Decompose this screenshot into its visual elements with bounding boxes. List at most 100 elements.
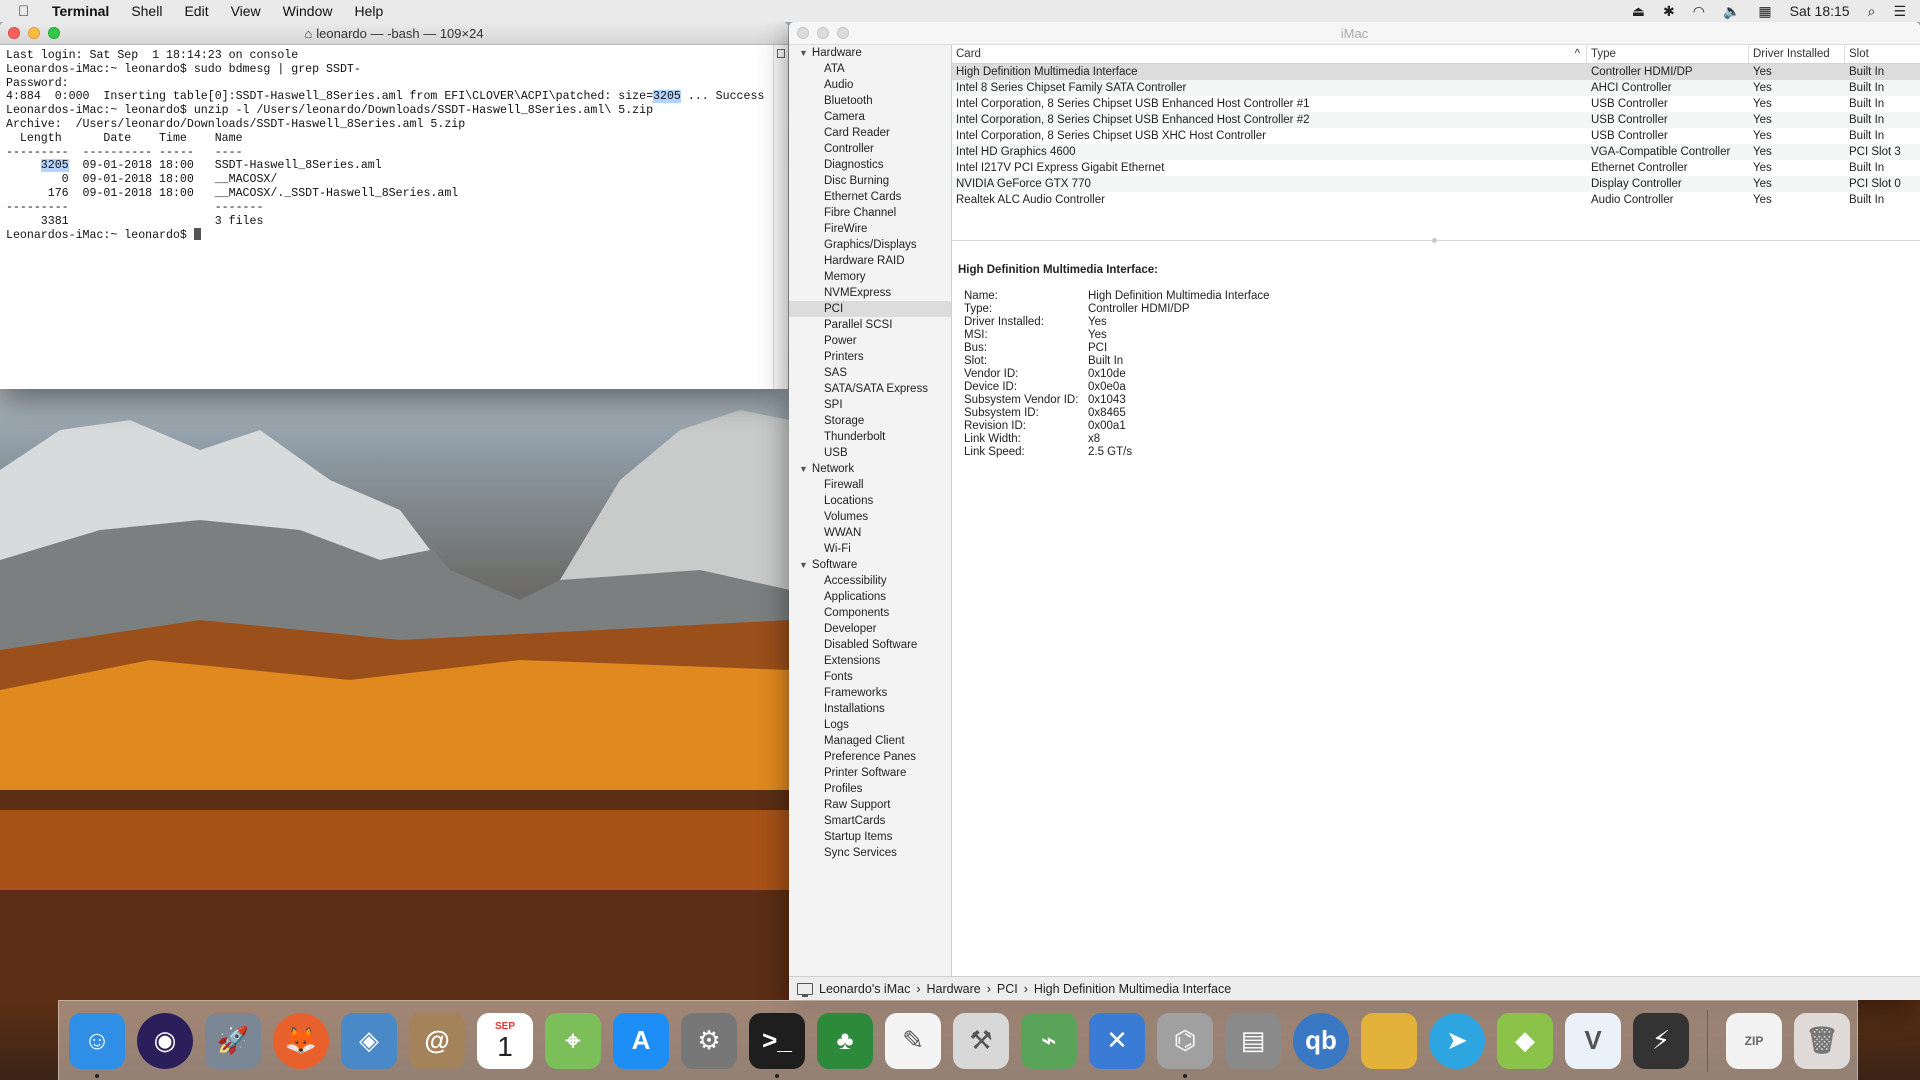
notification-center-icon[interactable]: ☰ xyxy=(1893,3,1906,20)
sidebar-item[interactable]: Raw Support xyxy=(789,797,951,813)
android-file-transfer-icon[interactable]: ◆ xyxy=(1497,1012,1553,1069)
eject-icon[interactable]: ⏏ xyxy=(1632,3,1645,20)
calculator-icon[interactable]: ▤ xyxy=(1225,1012,1281,1069)
sidebar-item[interactable]: Graphics/Displays xyxy=(789,237,951,253)
sidebar-item[interactable]: Hardware RAID xyxy=(789,253,951,269)
table-row[interactable]: Intel I217V PCI Express Gigabit Ethernet… xyxy=(952,160,1920,176)
sidebar-group[interactable]: ▼ Hardware xyxy=(789,45,951,61)
maps-icon[interactable]: ⌖ xyxy=(545,1012,601,1069)
column-header-slot[interactable]: Slot xyxy=(1845,45,1920,63)
app-store-icon[interactable]: A xyxy=(613,1012,669,1069)
path-item[interactable]: Hardware xyxy=(927,982,981,996)
menu-edit[interactable]: Edit xyxy=(184,3,208,19)
sidebar-item[interactable]: Locations xyxy=(789,493,951,509)
path-item[interactable]: High Definition Multimedia Interface xyxy=(1034,982,1231,996)
sidebar-item[interactable]: Card Reader xyxy=(789,125,951,141)
terminal-scrollbar[interactable] xyxy=(773,45,788,389)
sidebar-item[interactable]: Accessibility xyxy=(789,573,951,589)
siri-icon[interactable]: ◉ xyxy=(137,1012,193,1069)
close-button[interactable] xyxy=(8,27,20,39)
archive-icon[interactable] xyxy=(1361,1012,1417,1069)
sidebar-item[interactable]: NVMExpress xyxy=(789,285,951,301)
sidebar-item[interactable]: SmartCards xyxy=(789,813,951,829)
apple-menu-icon[interactable]:  xyxy=(18,3,36,20)
minimize-button[interactable] xyxy=(817,27,829,39)
preview-icon[interactable]: ◈ xyxy=(341,1012,397,1069)
sidebar-item[interactable]: Thunderbolt xyxy=(789,429,951,445)
sidebar-item[interactable]: Disc Burning xyxy=(789,173,951,189)
firefox-icon[interactable]: 🦊 xyxy=(273,1012,329,1069)
calendar-icon[interactable]: SEP 1 xyxy=(477,1012,533,1069)
sidebar-item[interactable]: WWAN xyxy=(789,525,951,541)
wifi-icon[interactable]: ◠ xyxy=(1693,3,1705,20)
textedit-icon[interactable]: ✎ xyxy=(885,1012,941,1069)
zoom-button[interactable] xyxy=(48,27,60,39)
sidebar-item[interactable]: FireWire xyxy=(789,221,951,237)
sidebar-item[interactable]: SATA/SATA Express xyxy=(789,381,951,397)
sidebar-item[interactable]: SPI xyxy=(789,397,951,413)
sidebar-item[interactable]: Fibre Channel xyxy=(789,205,951,221)
sidebar-group[interactable]: ▼ Network xyxy=(789,461,951,477)
sidebar-item[interactable]: Sync Services xyxy=(789,845,951,861)
terminal-content[interactable]: Last login: Sat Sep 1 18:14:23 on consol… xyxy=(0,45,788,389)
sidebar-item[interactable]: PCI xyxy=(789,301,951,317)
sidebar-item[interactable]: Disabled Software xyxy=(789,637,951,653)
disclosure-triangle-icon[interactable]: ▼ xyxy=(799,560,808,570)
launchpad-icon[interactable]: 🚀 xyxy=(205,1012,261,1069)
sidebar-item[interactable]: Startup Items xyxy=(789,829,951,845)
table-row[interactable]: Intel HD Graphics 4600 VGA-Compatible Con… xyxy=(952,144,1920,160)
terminal-titlebar[interactable]: ⌂ leonardo — -bash — 109×24 xyxy=(0,22,788,45)
ioreg-icon[interactable]: ⌬ xyxy=(1157,1012,1213,1078)
spotlight-search-icon[interactable]: ⌕ xyxy=(1868,3,1876,20)
clover-icon[interactable]: ♣ xyxy=(817,1012,873,1069)
sidebar-item[interactable]: Applications xyxy=(789,589,951,605)
sidebar-item[interactable]: Installations xyxy=(789,701,951,717)
qbittorrent-icon[interactable]: qb xyxy=(1293,1012,1349,1069)
maciasl-icon[interactable]: ⌁ xyxy=(1021,1012,1077,1069)
sysinfo-titlebar[interactable]: iMac xyxy=(789,22,1920,45)
telegram-icon[interactable]: ➤ xyxy=(1429,1012,1485,1069)
disclosure-triangle-icon[interactable]: ▼ xyxy=(799,464,808,474)
path-item[interactable]: PCI xyxy=(997,982,1018,996)
sidebar-group[interactable]: ▼ Software xyxy=(789,557,951,573)
sidebar-item[interactable]: Camera xyxy=(789,109,951,125)
sidebar-item[interactable]: Printers xyxy=(789,349,951,365)
sidebar-item[interactable]: Logs xyxy=(789,717,951,733)
sidebar-item[interactable]: Memory xyxy=(789,269,951,285)
sidebar-item[interactable]: SAS xyxy=(789,365,951,381)
menu-window[interactable]: Window xyxy=(283,3,333,19)
table-row[interactable]: Intel Corporation, 8 Series Chipset USB … xyxy=(952,128,1920,144)
bluetooth-icon[interactable]: ✱ xyxy=(1663,3,1675,20)
sidebar-item[interactable]: Ethernet Cards xyxy=(789,189,951,205)
disclosure-triangle-icon[interactable]: ▼ xyxy=(799,48,808,58)
close-button[interactable] xyxy=(797,27,809,39)
sidebar-item[interactable]: Developer xyxy=(789,621,951,637)
table-row[interactable]: Intel 8 Series Chipset Family SATA Contr… xyxy=(952,80,1920,96)
finder-icon[interactable]: ☺ xyxy=(69,1012,125,1078)
sidebar-item[interactable]: Managed Client xyxy=(789,733,951,749)
menu-app-name[interactable]: Terminal xyxy=(52,3,109,19)
contacts-icon[interactable]: @ xyxy=(409,1012,465,1069)
sidebar-item[interactable]: Audio xyxy=(789,77,951,93)
sidebar-item[interactable]: Fonts xyxy=(789,669,951,685)
column-header-card[interactable]: Card ^ xyxy=(952,45,1587,63)
table-row[interactable]: Realtek ALC Audio Controller Audio Contro… xyxy=(952,192,1920,208)
column-header-driver-installed[interactable]: Driver Installed xyxy=(1749,45,1845,63)
sidebar-item[interactable]: Storage xyxy=(789,413,951,429)
sidebar-item[interactable]: Diagnostics xyxy=(789,157,951,173)
xcode-icon[interactable]: ⚒ xyxy=(953,1012,1009,1069)
sidebar-item[interactable]: Firewall xyxy=(789,477,951,493)
zip-file-icon[interactable]: ZIP xyxy=(1726,1012,1782,1069)
volume-icon[interactable]: 🔈 xyxy=(1723,3,1740,20)
table-row[interactable]: Intel Corporation, 8 Series Chipset USB … xyxy=(952,96,1920,112)
column-header-type[interactable]: Type xyxy=(1587,45,1749,63)
menu-view[interactable]: View xyxy=(231,3,261,19)
menu-help[interactable]: Help xyxy=(354,3,383,19)
table-row[interactable]: Intel Corporation, 8 Series Chipset USB … xyxy=(952,112,1920,128)
utility-icon[interactable]: ✕ xyxy=(1089,1012,1145,1069)
sidebar-item[interactable]: Controller xyxy=(789,141,951,157)
table-row[interactable]: High Definition Multimedia Interface Cont… xyxy=(952,64,1920,80)
bolt-icon[interactable]: ⚡ xyxy=(1633,1012,1689,1069)
menu-clock[interactable]: Sat 18:15 xyxy=(1790,3,1850,19)
sidebar-item[interactable]: Extensions xyxy=(789,653,951,669)
